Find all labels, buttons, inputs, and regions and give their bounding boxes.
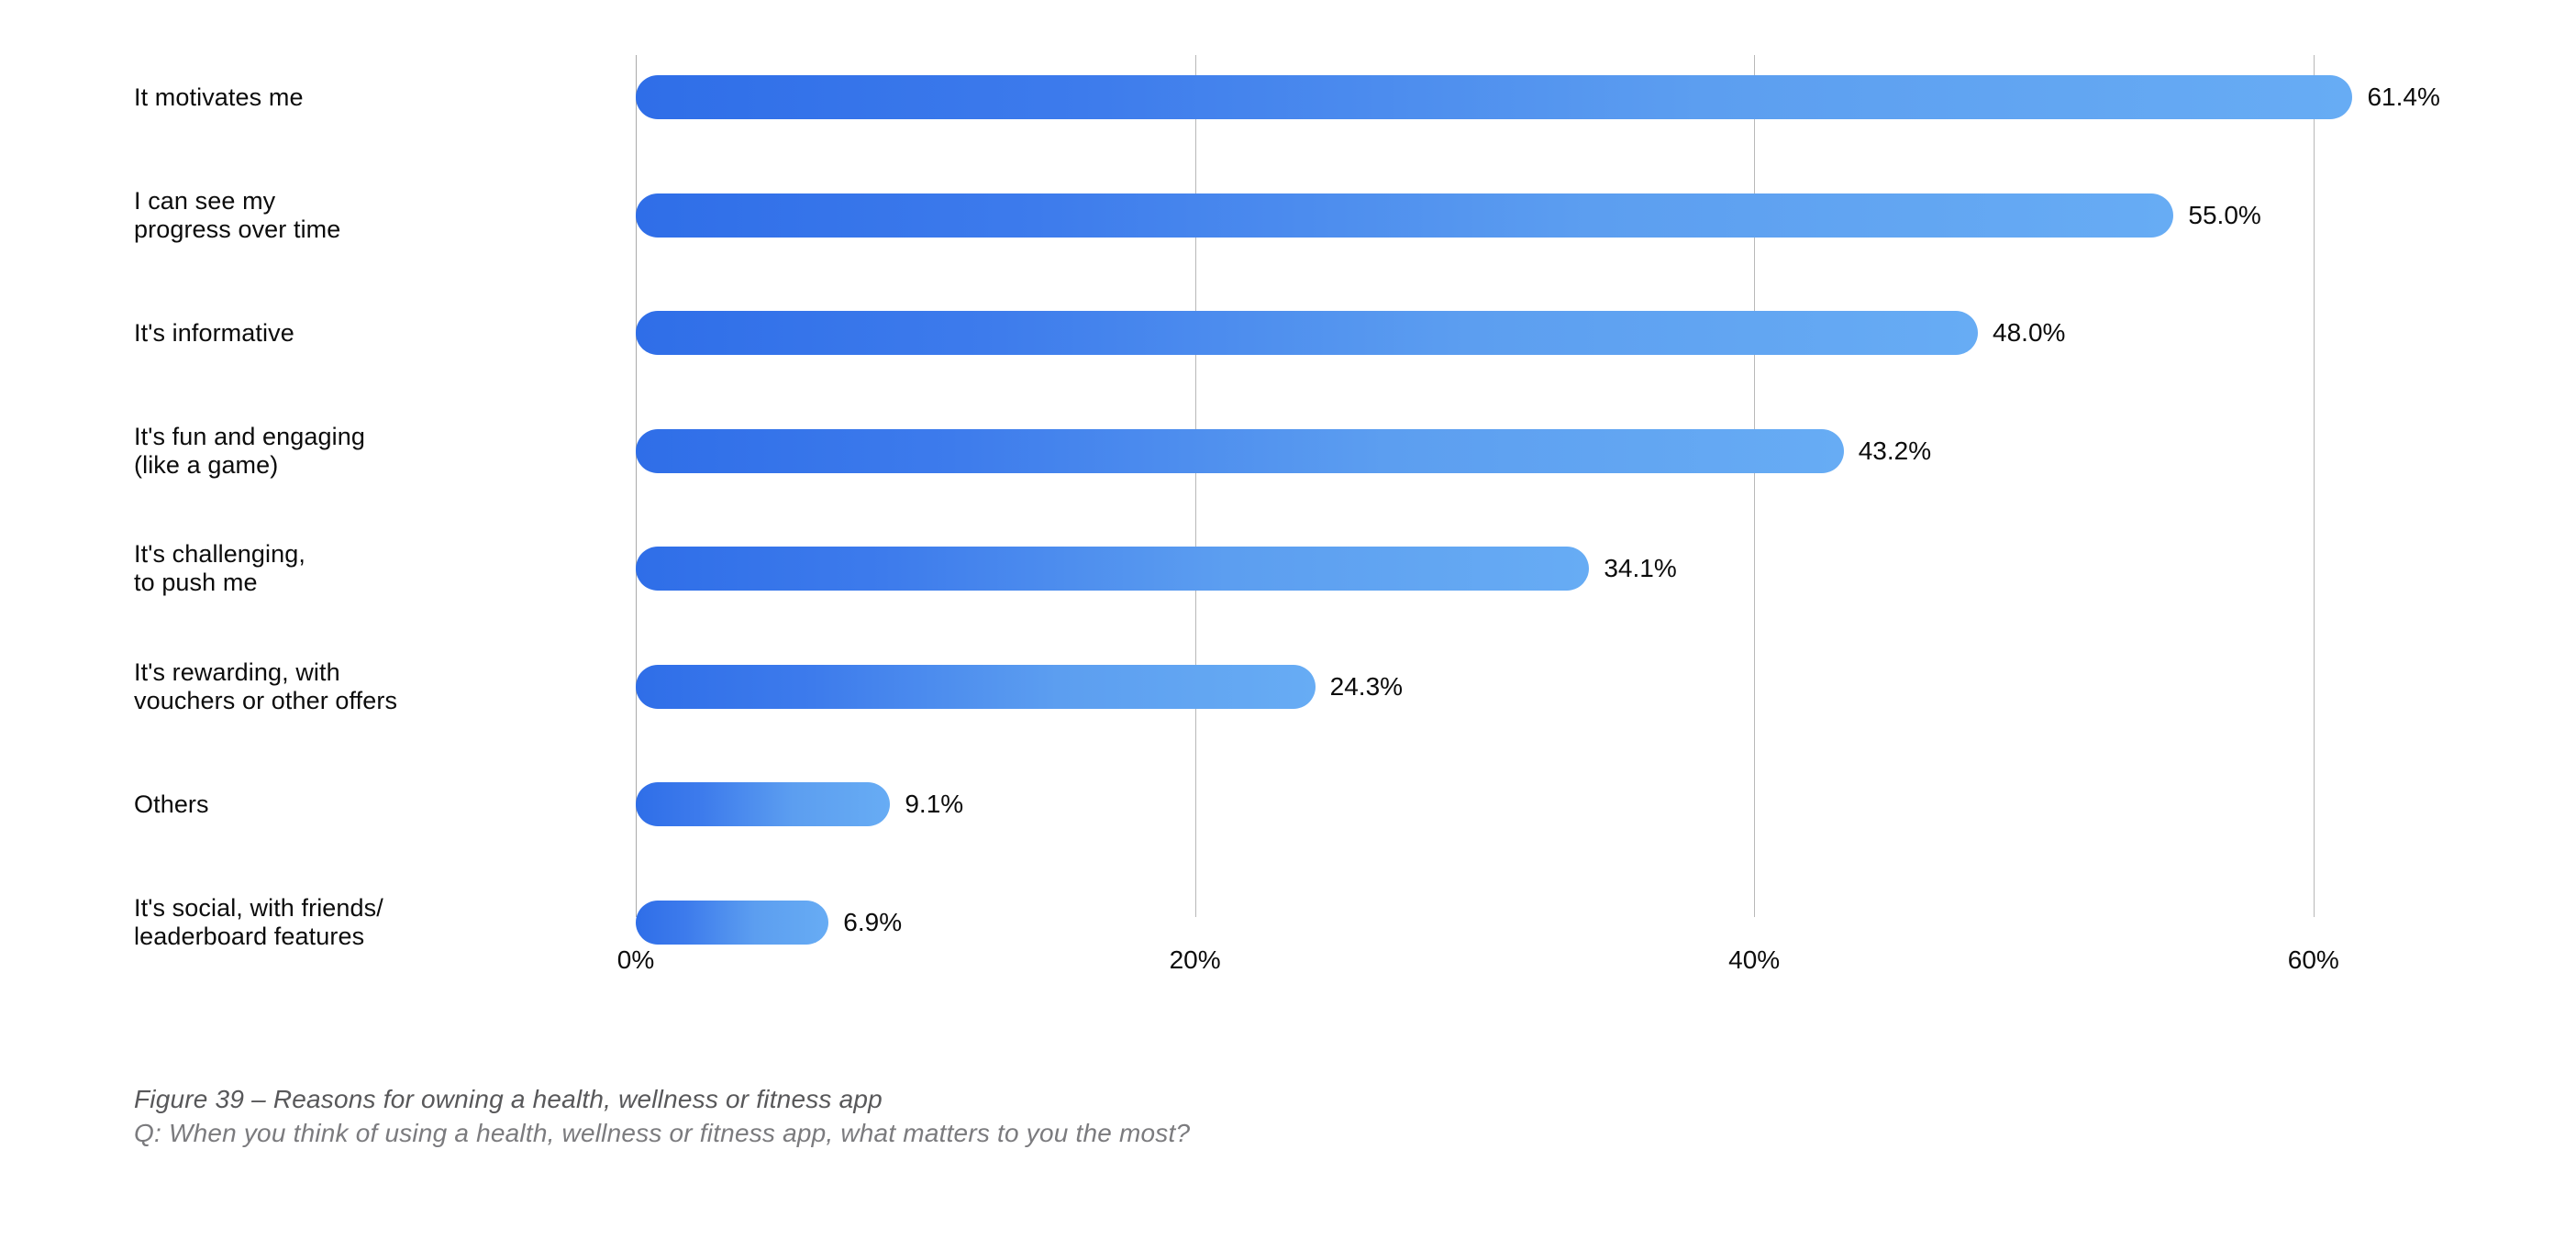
category-label: I can see my progress over time: [134, 186, 341, 243]
bar-row: It's social, with friends/ leaderboard f…: [0, 864, 2576, 981]
caption-question: Q: When you think of using a health, wel…: [134, 1119, 1191, 1147]
x-tick-label: 20%: [1169, 945, 1221, 974]
bar-row: It's rewarding, with vouchers or other o…: [0, 628, 2576, 746]
bar-row: Others 9.1%: [0, 746, 2576, 863]
bar: [636, 900, 829, 945]
bar-row: I can see my progress over time 55.0%: [0, 157, 2576, 274]
bar-value-label: 61.4%: [2367, 83, 2440, 111]
bar-value-label: 55.0%: [2188, 200, 2261, 229]
category-label: It motivates me: [134, 83, 304, 111]
bar: [636, 193, 2174, 238]
category-label: It's rewarding, with vouchers or other o…: [134, 658, 398, 714]
bar: [636, 311, 1979, 355]
x-tick-label: 0%: [616, 945, 655, 974]
bar-value-label: 24.3%: [1329, 671, 1404, 701]
bar-value-label: 34.1%: [1604, 554, 1677, 582]
bar: [636, 782, 891, 826]
category-label: It's social, with friends/ leaderboard f…: [134, 893, 383, 950]
x-tick-label: 40%: [1728, 945, 1781, 974]
figure-container: It motivates me 61.4% I can see my progres…: [0, 0, 2576, 1238]
bar: [636, 547, 1590, 591]
category-label: It's fun and engaging (like a game): [134, 422, 365, 479]
bar: [636, 664, 1316, 709]
bar-row: It's challenging, to push me 34.1%: [0, 510, 2576, 627]
category-label: Others: [134, 790, 209, 818]
figure-caption: Figure 39 – Reasons for owning a health,…: [134, 1082, 2152, 1150]
bar-value-label: 43.2%: [1858, 436, 1932, 465]
category-label: It's informative: [134, 319, 294, 347]
bar-value-label: 48.0%: [1993, 318, 2066, 347]
bar-value-label: 6.9%: [843, 907, 903, 936]
x-tick-label: 60%: [2287, 945, 2339, 974]
chart-plot-area: It motivates me 61.4% I can see my progres…: [0, 0, 2576, 974]
category-label: It's challenging, to push me: [134, 540, 305, 596]
bar: [636, 428, 1844, 473]
bar-row: It motivates me 61.4%: [0, 39, 2576, 156]
caption-title: Figure 39 – Reasons for owning a health,…: [134, 1085, 883, 1113]
bar-row: It's informative 48.0%: [0, 274, 2576, 392]
bar: [636, 75, 2353, 119]
bar-row: It's fun and engaging (like a game) 43.2%: [0, 392, 2576, 510]
bar-value-label: 9.1%: [905, 790, 964, 818]
